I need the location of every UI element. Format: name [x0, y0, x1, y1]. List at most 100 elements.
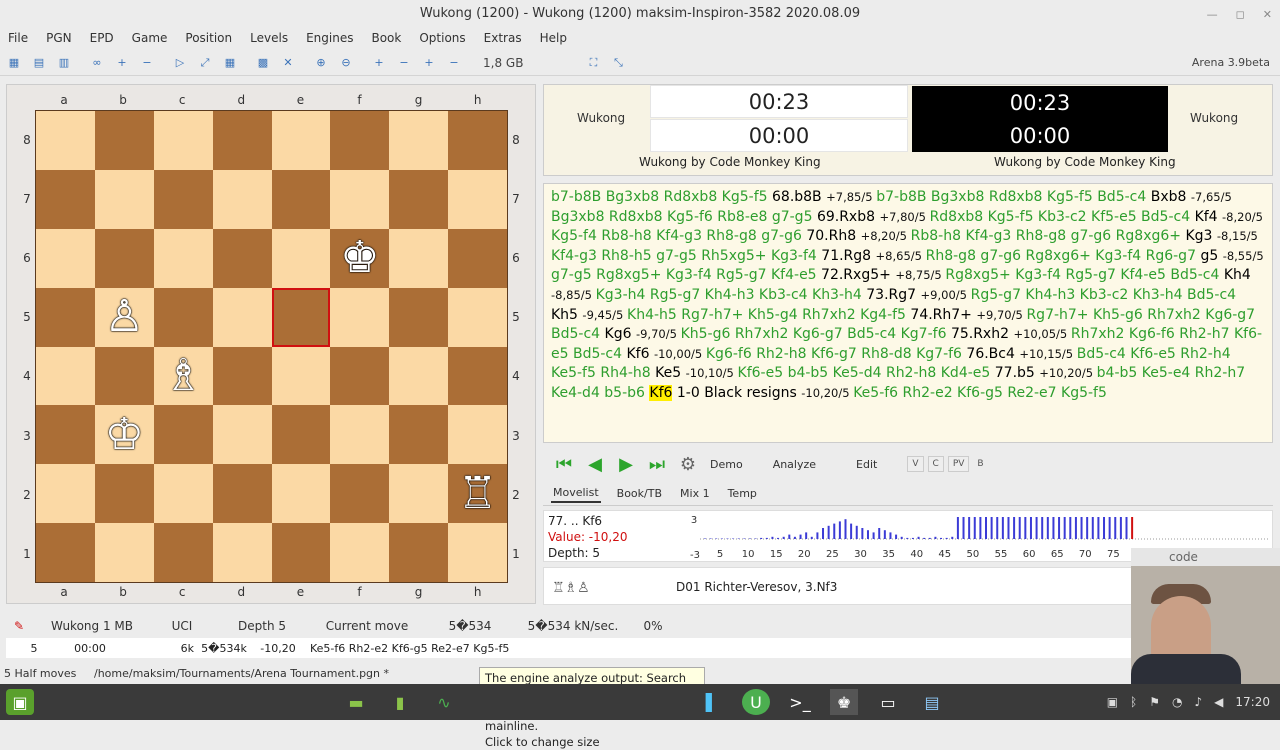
square-f1[interactable] — [330, 523, 390, 582]
square-c4[interactable]: ♗ — [153, 346, 213, 406]
maximize-icon[interactable]: ◻ — [1236, 8, 1245, 21]
piece-b5[interactable]: ♙ — [105, 295, 144, 339]
move-san[interactable]: 1-0 Black resigns — [672, 385, 801, 401]
remove-level-icon[interactable]: − — [137, 54, 157, 72]
piece-f6[interactable]: ♚ — [340, 236, 379, 280]
menu-extras[interactable]: Extras — [484, 31, 522, 45]
square-h8[interactable] — [448, 111, 507, 170]
square-a7[interactable] — [36, 169, 95, 229]
save-icon[interactable]: ▥ — [54, 54, 74, 72]
move-san[interactable]: 73.Rg7 — [866, 287, 920, 303]
piece-b3[interactable]: ♔ — [105, 412, 144, 457]
volume-icon[interactable]: ◀ — [1214, 695, 1223, 709]
square-b4[interactable] — [94, 346, 154, 406]
menu-book[interactable]: Book — [371, 31, 401, 45]
view-c-button[interactable]: C — [927, 456, 944, 472]
square-c8[interactable] — [153, 111, 213, 170]
tab-temp[interactable]: Temp — [726, 485, 759, 502]
square-c3[interactable] — [153, 405, 213, 465]
square-d1[interactable] — [212, 523, 272, 582]
webcam-window[interactable]: code — [1131, 548, 1280, 684]
square-h4[interactable] — [448, 346, 507, 406]
engine-pin-icon[interactable]: ✎ — [6, 619, 32, 633]
square-e8[interactable] — [271, 111, 331, 170]
square-b5[interactable]: ♙ — [94, 287, 154, 347]
clock[interactable]: 17:20 — [1235, 695, 1270, 709]
menu-help[interactable]: Help — [540, 31, 567, 45]
grid-icon[interactable]: ▦ — [220, 54, 240, 72]
menu-epd[interactable]: EPD — [90, 31, 114, 45]
square-e6[interactable] — [271, 228, 331, 288]
move-san[interactable]: g5 — [1200, 248, 1222, 264]
remove-epd-icon[interactable]: − — [444, 54, 464, 72]
start-menu-icon[interactable]: ▣ — [6, 689, 34, 715]
files-icon[interactable]: ▮ — [386, 689, 414, 715]
view-v-button[interactable]: V — [907, 456, 924, 472]
remove-pgn-icon[interactable]: − — [394, 54, 414, 72]
flag-icon[interactable]: ⚑ — [1149, 695, 1160, 709]
minimize-icon[interactable]: — — [1207, 8, 1218, 21]
square-g6[interactable] — [389, 228, 449, 288]
square-g2[interactable] — [389, 464, 449, 524]
square-c2[interactable] — [153, 464, 213, 524]
move-san[interactable]: 69.Rxb8 — [817, 209, 880, 225]
restore-icon[interactable]: ⤡ — [608, 54, 628, 72]
infinity-icon[interactable]: ∞ — [87, 54, 107, 72]
menu-levels[interactable]: Levels — [250, 31, 288, 45]
move-san[interactable]: Bxb8 — [1151, 189, 1191, 205]
show-desktop-icon[interactable]: ▬ — [342, 689, 370, 715]
square-e7[interactable] — [271, 169, 331, 229]
square-f7[interactable] — [330, 169, 390, 229]
square-g4[interactable] — [389, 346, 449, 406]
square-h7[interactable] — [448, 169, 507, 229]
gear-icon[interactable]: ⚙ — [677, 453, 699, 475]
square-g5[interactable] — [389, 287, 449, 347]
tab-mix-1[interactable]: Mix 1 — [678, 485, 712, 502]
text-editor-icon[interactable]: ▤ — [918, 689, 946, 715]
square-d8[interactable] — [212, 111, 272, 170]
square-a3[interactable] — [36, 405, 95, 465]
square-b3[interactable]: ♔ — [94, 405, 154, 465]
square-a6[interactable] — [36, 228, 95, 288]
square-a4[interactable] — [36, 346, 95, 406]
square-f5[interactable] — [330, 287, 390, 347]
move-san[interactable]: 71.Rg8 — [821, 248, 875, 264]
close-icon[interactable]: ✕ — [1263, 8, 1272, 21]
view-pv-button[interactable]: PV — [947, 456, 970, 472]
view-b-button[interactable]: B — [973, 457, 987, 471]
open-file-icon[interactable]: ▤ — [29, 54, 49, 72]
upwork-icon[interactable]: U — [742, 689, 770, 715]
move-san[interactable]: Kh5 — [551, 307, 582, 323]
square-d2[interactable] — [212, 464, 272, 524]
square-a8[interactable] — [36, 111, 95, 170]
edit-button[interactable]: Edit — [856, 458, 877, 471]
tab-book-tb[interactable]: Book/TB — [615, 485, 664, 502]
zoom-out-icon[interactable]: ⊖ — [336, 54, 356, 72]
music-icon[interactable]: ♪ — [1195, 695, 1203, 709]
square-c1[interactable] — [153, 523, 213, 582]
move-san[interactable]: 76.Bc4 — [966, 346, 1019, 362]
analyze-button[interactable]: Analyze — [773, 458, 816, 471]
square-c6[interactable] — [153, 228, 213, 288]
move-san[interactable]: Kf4 — [1195, 209, 1222, 225]
current-move[interactable]: Kf6 — [649, 384, 673, 401]
menu-position[interactable]: Position — [185, 31, 232, 45]
square-e4[interactable] — [271, 346, 331, 406]
square-e3[interactable] — [271, 405, 331, 465]
play-icon[interactable]: ▷ — [170, 54, 190, 72]
square-a2[interactable] — [36, 464, 95, 524]
zoom-in-icon[interactable]: ⊕ — [311, 54, 331, 72]
square-h6[interactable] — [448, 228, 507, 288]
square-h5[interactable] — [448, 287, 507, 347]
camera-icon[interactable]: ▣ — [1107, 695, 1118, 709]
menu-pgn[interactable]: PGN — [46, 31, 72, 45]
move-san[interactable]: 74.Rh7+ — [910, 307, 976, 323]
add-epd-icon[interactable]: + — [419, 54, 439, 72]
move-now-icon[interactable]: ⤢ — [195, 54, 215, 72]
square-d5[interactable] — [212, 287, 272, 347]
tools-icon[interactable]: ✕ — [278, 54, 298, 72]
tab-movelist[interactable]: Movelist — [551, 484, 601, 503]
square-f2[interactable] — [330, 464, 390, 524]
menu-engines[interactable]: Engines — [306, 31, 353, 45]
square-d4[interactable] — [212, 346, 272, 406]
